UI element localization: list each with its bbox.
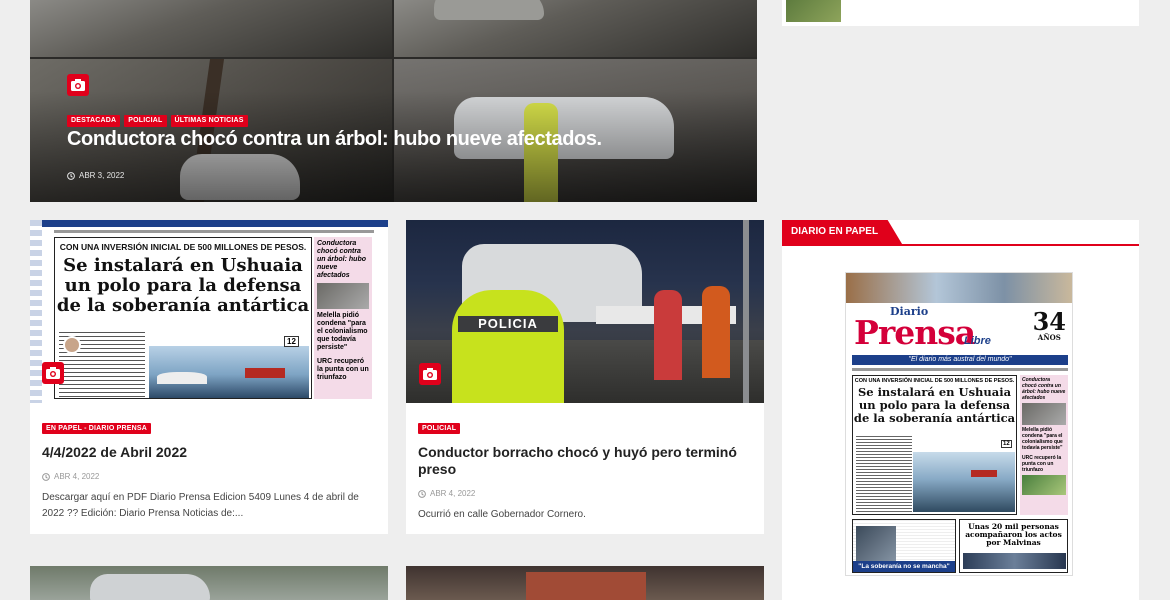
post-card-thumbnail[interactable]: [30, 566, 388, 600]
masthead-logo: Prensa: [854, 313, 976, 352]
paper-headline: Se instalará en Ushuaia un polo para la …: [56, 255, 310, 316]
masthead-photos: [846, 273, 1072, 303]
clock-icon: [42, 472, 50, 481]
post-title[interactable]: Conductor borracho chocó y huyó pero ter…: [418, 444, 752, 478]
clock-icon: [418, 489, 426, 498]
widget-header: DIARIO EN PAPEL: [782, 220, 1139, 246]
camera-icon: [42, 362, 64, 384]
post-card-newspaper[interactable]: CON UNA INVERSIÓN INICIAL DE 500 MILLONE…: [30, 220, 388, 534]
main-story-box: CON UNA INVERSIÓN INICIAL DE 500 MILLONE…: [54, 237, 312, 399]
hero-date: ABR 3, 2022: [67, 171, 124, 180]
anniversary-badge: 34 AÑOS: [1032, 307, 1066, 343]
person-figure: [702, 286, 730, 378]
sidebar-post-item[interactable]: [782, 0, 1139, 26]
police-vest-label: POLICIA: [458, 316, 558, 332]
post-date: ABR 4, 2022: [418, 489, 752, 498]
front-bottom-right-story: Unas 20 mil personas acompañaron los act…: [959, 519, 1068, 573]
pole: [743, 220, 749, 403]
front-main-story: CON UNA INVERSIÓN INICIAL DE 500 MILLONE…: [852, 375, 1017, 515]
badge-policial[interactable]: POLICIAL: [124, 115, 167, 127]
hero-post[interactable]: DESTACADA POLICIAL ÚLTIMAS NOTICIAS Cond…: [30, 0, 757, 202]
post-card-thumbnail[interactable]: [406, 566, 764, 600]
post-date: ABR 4, 2022: [42, 472, 376, 481]
camera-icon: [67, 74, 89, 96]
person-figure: [654, 290, 682, 380]
post-card-body: EN PAPEL - DIARIO PRENSA 4/4/2022 de Abr…: [42, 417, 376, 522]
post-card-policial[interactable]: POLICIA POLICIAL Conductor borracho choc…: [406, 220, 764, 534]
front-ship-photo: [913, 452, 1015, 512]
sidebar-post-thumbnail[interactable]: [786, 0, 841, 22]
post-title[interactable]: 4/4/2022 de Abril 2022: [42, 444, 376, 461]
badge-destacada[interactable]: DESTACADA: [67, 115, 121, 127]
diario-en-papel-widget: DIARIO EN PAPEL Diario Prensa Libre 34 A…: [782, 220, 1139, 600]
post-excerpt: Descargar aquí en PDF Diario Prensa Edic…: [42, 492, 359, 519]
hero-badges: DESTACADA POLICIAL ÚLTIMAS NOTICIAS: [67, 115, 248, 127]
badge-policial[interactable]: POLICIAL: [418, 423, 461, 434]
paper-side-column: Conductora chocó contra un árbol: hubo n…: [314, 237, 372, 399]
widget-title: DIARIO EN PAPEL: [782, 220, 903, 244]
badge-ultimas-noticias[interactable]: ÚLTIMAS NOTICIAS: [170, 115, 248, 127]
avatar: [63, 336, 81, 354]
ship-photo: [149, 346, 309, 398]
newspaper-thumbnail[interactable]: CON UNA INVERSIÓN INICIAL DE 500 MILLONE…: [30, 220, 388, 403]
front-bottom-left-story: "La soberanía no se mancha": [852, 519, 956, 573]
badge-en-papel[interactable]: EN PAPEL - DIARIO PRENSA: [42, 423, 151, 434]
camera-icon: [419, 363, 441, 385]
hero-date-text: ABR 3, 2022: [79, 171, 125, 180]
paper-banner: CON UNA INVERSIÓN INICIAL DE 500 MILLONE…: [59, 242, 307, 252]
police-thumbnail[interactable]: POLICIA: [406, 220, 764, 403]
clock-icon: [67, 171, 75, 180]
front-side-column: Conductora chocó contra un árbol: hubo n…: [1020, 375, 1068, 515]
police-officer: POLICIA: [452, 290, 564, 403]
newspaper-front-page[interactable]: Diario Prensa Libre 34 AÑOS "El diario m…: [845, 272, 1073, 576]
paper-margin-strip: [30, 220, 42, 403]
post-card-body: POLICIAL Conductor borracho chocó y huyó…: [418, 417, 752, 523]
slogan: "El diario más austral del mundo": [852, 355, 1068, 365]
post-excerpt: Ocurrió en calle Gobernador Cornero.: [418, 509, 586, 520]
hero-title[interactable]: Conductora chocó contra un árbol: hubo n…: [67, 128, 602, 151]
